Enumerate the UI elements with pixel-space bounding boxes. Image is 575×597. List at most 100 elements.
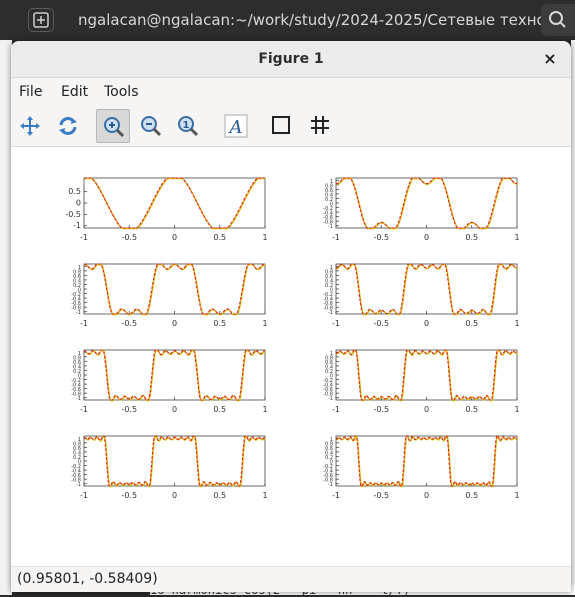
x-tick-label: -1 — [80, 319, 88, 328]
plus-icon — [33, 12, 49, 28]
y-tick-label: -1 — [328, 310, 333, 316]
subplot-5: -1 -0.5 0 0.5 110.80.60.40.20-0.2-0.4-0.6-0.… — [71, 349, 268, 414]
x-tick-label: 0.5 — [213, 491, 226, 500]
search-icon — [549, 11, 566, 28]
y-tick-label: -1 — [73, 221, 81, 230]
zoom-out-button[interactable] — [134, 109, 168, 143]
insert-text-icon: A — [224, 114, 248, 138]
rotate-icon — [59, 117, 77, 135]
x-tick-label: -1 — [332, 405, 340, 414]
subplot-1: -1 -0.5 0 0.5 1 0.5 0 -0.5 -1 — [65, 177, 268, 242]
y-tick-label: -1 — [328, 224, 333, 230]
x-tick-label: -0.5 — [373, 233, 389, 242]
x-tick-label: -0.5 — [373, 491, 389, 500]
x-tick-label: 0.5 — [213, 319, 226, 328]
subplot-8: -1 -0.5 0 0.5 110.80.60.40.20-0.2-0.4-0.6-0.… — [323, 435, 520, 500]
menu-file[interactable]: File — [19, 84, 42, 100]
axes-box — [335, 263, 518, 315]
axes-box-icon — [272, 116, 290, 134]
x-tick-label: -1 — [332, 491, 340, 500]
grid-button[interactable] — [304, 109, 338, 143]
x-tick-label: 1 — [262, 491, 267, 500]
axes-box — [335, 435, 518, 487]
menu-edit[interactable]: Edit — [61, 84, 88, 100]
x-tick-label: -1 — [80, 233, 88, 242]
x-tick-label: -0.5 — [373, 319, 389, 328]
plot-canvas[interactable]: -1 -0.5 0 0.5 1 0.5 0 -0.5 -1 -1 -0.5 0 0.5 1 1 0.8 0.6 0… — [11, 147, 571, 566]
x-tick-label: 1 — [514, 405, 519, 414]
new-tab-button[interactable] — [28, 8, 54, 32]
x-tick-label: -1 — [80, 405, 88, 414]
x-tick-label: 0.5 — [213, 405, 226, 414]
x-tick-label: 0.5 — [465, 319, 478, 328]
x-tick-label: -1 — [332, 319, 340, 328]
y-tick-label: 0.5 — [68, 187, 81, 196]
close-button[interactable]: × — [539, 48, 561, 70]
axes-box-button[interactable] — [265, 109, 299, 143]
x-tick-label: 0.5 — [465, 233, 478, 242]
figure-window: Figure 1 × File Edit Tools 1 A -1 -0.5 0… — [11, 41, 571, 592]
cursor-coordinates: (0.95801, -0.58409) — [17, 571, 158, 587]
y-tick-label: 0 — [76, 199, 81, 208]
x-tick-label: 0 — [172, 319, 177, 328]
x-tick-label: 0 — [424, 319, 429, 328]
axes-box — [335, 349, 518, 401]
terminal-header: ngalacan@ngalacan:~/work/study/2024-2025… — [0, 0, 575, 40]
subplot-2: -1 -0.5 0 0.5 110.80.60.40.20-0.2-0.4-0.6-0.… — [323, 177, 520, 242]
zoom-original-icon: 1 — [178, 116, 199, 137]
x-tick-label: 0 — [172, 491, 177, 500]
rotate-button[interactable] — [51, 109, 85, 143]
grid-icon — [311, 116, 329, 134]
x-tick-label: 0.5 — [213, 233, 226, 242]
x-tick-label: -0.5 — [121, 233, 137, 242]
x-tick-label: 0 — [172, 233, 177, 242]
axes-box — [83, 349, 266, 401]
zoom-original-button[interactable]: 1 — [171, 109, 205, 143]
window-title: Figure 1 — [258, 51, 324, 67]
zoom-out-icon — [141, 116, 162, 137]
x-tick-label: 1 — [262, 233, 267, 242]
subplot-4: -1 -0.5 0 0.5 110.80.60.40.20-0.2-0.4-0.6-0.… — [323, 263, 520, 328]
x-tick-label: 0 — [424, 405, 429, 414]
status-bar: (0.95801, -0.58409) — [11, 566, 571, 592]
x-tick-label: -0.5 — [121, 405, 137, 414]
x-tick-label: 0 — [424, 491, 429, 500]
subplot-7: -1 -0.5 0 0.5 110.80.60.40.20-0.2-0.4-0.6-0.… — [71, 435, 268, 500]
x-tick-label: 0.5 — [465, 405, 478, 414]
x-tick-label: -1 — [80, 491, 88, 500]
terminal-title: ngalacan@ngalacan:~/work/study/2024-2025… — [78, 11, 571, 29]
y-tick-label: -1 — [76, 482, 81, 488]
y-tick-label: -1 — [328, 482, 333, 488]
pan-icon — [20, 116, 40, 136]
x-tick-label: -1 — [332, 233, 340, 242]
y-tick-label: -0.5 — [65, 210, 81, 219]
terminal-search-button[interactable] — [541, 4, 575, 36]
y-tick-label: -1 — [328, 396, 333, 402]
background-editor-right-edge — [571, 40, 575, 595]
insert-text-button[interactable]: A — [219, 109, 253, 143]
x-tick-label: 1 — [262, 319, 267, 328]
axes-box — [83, 435, 266, 487]
x-tick-label: 1 — [514, 233, 519, 242]
window-titlebar[interactable]: Figure 1 × — [11, 41, 571, 78]
axes-box — [83, 263, 266, 315]
pan-button[interactable] — [13, 109, 47, 143]
svg-text:A: A — [228, 117, 243, 138]
subplots-svg[interactable]: -1 -0.5 0 0.5 10.50-0.5-1-1 -0.5 0 0.5 110.80.60… — [11, 147, 571, 566]
zoom-in-button[interactable] — [96, 109, 130, 143]
subplot-3: -1 -0.5 0 0.5 110.80.60.40.20-0.2-0.4-0.6-0.… — [71, 263, 268, 328]
y-tick-label: -1 — [76, 310, 81, 316]
svg-text:1: 1 — [183, 120, 190, 131]
x-tick-label: 0 — [424, 233, 429, 242]
axes-box — [83, 177, 266, 229]
x-tick-label: 0 — [172, 405, 177, 414]
menu-bar: File Edit Tools — [11, 78, 571, 106]
subplot-6: -1 -0.5 0 0.5 110.80.60.40.20-0.2-0.4-0.6-0.… — [323, 349, 520, 414]
x-tick-label: 1 — [514, 491, 519, 500]
x-tick-label: 1 — [514, 319, 519, 328]
x-tick-label: 1 — [262, 405, 267, 414]
x-tick-label: -0.5 — [121, 319, 137, 328]
figure-toolbar: 1 A — [11, 106, 571, 147]
menu-tools[interactable]: Tools — [104, 84, 139, 100]
y-tick-label: -1 — [76, 396, 81, 402]
